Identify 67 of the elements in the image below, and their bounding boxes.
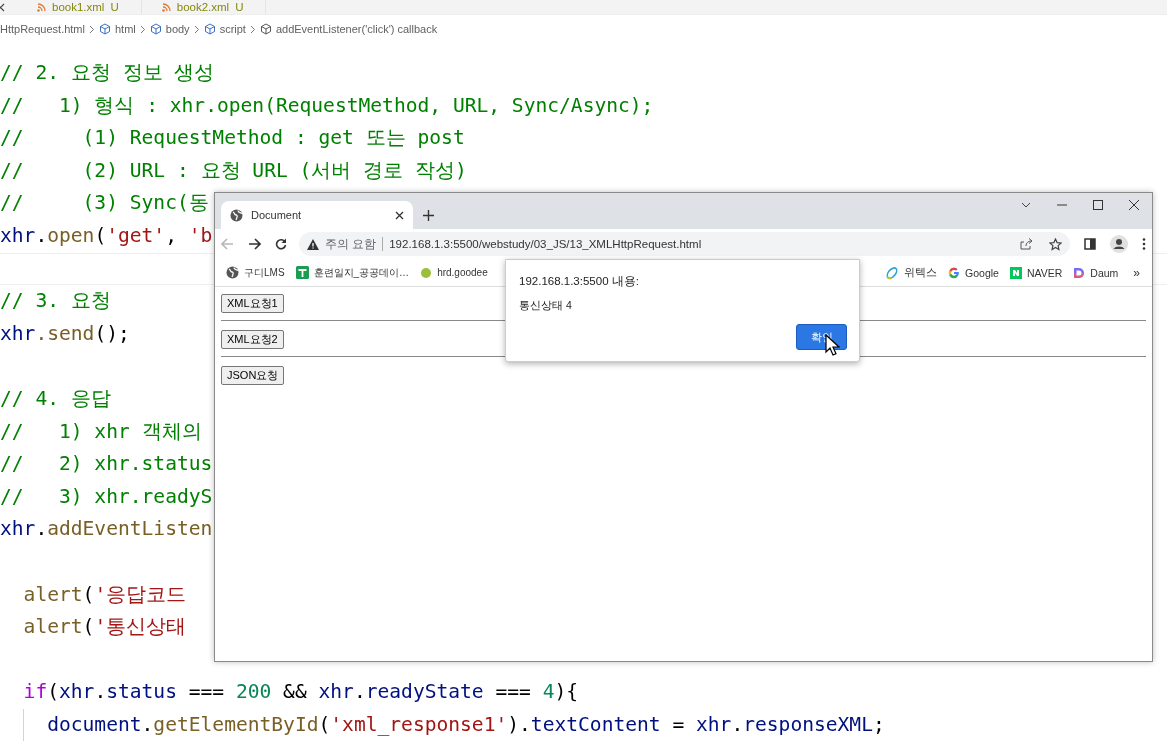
more-bookmarks-button[interactable]: » xyxy=(1133,265,1140,280)
tab-title: Document xyxy=(251,209,303,221)
reload-icon[interactable] xyxy=(275,238,287,250)
bookmark[interactable]: NAVER xyxy=(1009,265,1063,280)
chevron-right-icon xyxy=(249,24,256,34)
code-line: // 2. 요청 정보 생성 xyxy=(0,60,215,86)
google-icon xyxy=(948,266,961,279)
globe-icon xyxy=(226,266,239,279)
bookmark[interactable]: 위텍스 xyxy=(885,265,938,280)
code-line: xhr.open('get', 'b xyxy=(0,222,213,249)
breadcrumb-item[interactable]: html xyxy=(115,23,136,35)
feed-icon xyxy=(37,2,46,12)
code-line: // 2) xhr.status xyxy=(0,451,213,478)
cube-icon xyxy=(149,23,162,35)
warning-icon xyxy=(307,238,319,250)
cube-icon xyxy=(203,23,216,35)
page-button[interactable]: JSON요청 xyxy=(221,366,285,385)
code-line: // 1) xhr 객체의 xyxy=(0,418,202,445)
breadcrumb-item[interactable]: script xyxy=(219,23,246,35)
chevron-down-icon[interactable] xyxy=(1021,202,1031,208)
code-line: // 1) 형식 : xhr.open(RequestMethod, URL, Sync/Async); xyxy=(0,92,654,119)
chevron-right-icon xyxy=(89,24,95,34)
dialog-title: 192.168.1.3:5500 내용: xyxy=(519,275,639,287)
menu-icon[interactable] xyxy=(1142,238,1146,250)
page-button[interactable]: XML요청2 xyxy=(221,330,284,349)
maximize-icon[interactable] xyxy=(1093,200,1103,210)
code-line: // (1) RequestMethod : get 또는 post xyxy=(0,125,465,152)
code-line: // 3) xhr.readyS xyxy=(0,483,213,510)
breadcrumb-item[interactable]: HttpRequest.html xyxy=(0,23,85,35)
address-bar[interactable]: 주의 요함 192.168.1.3:5500/webstudy/03_JS/13_XMLHttpRequest.html xyxy=(299,232,1070,256)
browser-tab[interactable]: Document xyxy=(221,201,413,229)
feed-icon xyxy=(161,2,171,12)
cube-icon xyxy=(259,23,272,35)
naver-icon xyxy=(1009,266,1022,279)
dialog-message: 통신상태 4 xyxy=(519,299,573,313)
code-line: // 4. 응답 xyxy=(0,385,111,412)
daum-icon xyxy=(1073,266,1086,279)
globe-icon xyxy=(230,208,243,222)
breadcrumb-item[interactable]: addEventListener('click') callback xyxy=(275,23,438,35)
code-line: alert('통신상태 xyxy=(23,614,187,641)
cube-icon xyxy=(99,23,111,35)
code-line: if(xhr.status === 200 && xhr.readyState === 4){ xyxy=(23,679,579,706)
star-icon[interactable] xyxy=(1049,237,1062,251)
code-line: xhr.send(); xyxy=(0,320,130,347)
bookmark[interactable]: 훈련일지_공공데이… xyxy=(295,265,410,280)
sheet-icon xyxy=(295,266,309,279)
page-button[interactable]: XML요청1 xyxy=(221,294,284,313)
bookmark[interactable]: 구디LMS xyxy=(226,265,285,280)
profile-icon[interactable] xyxy=(1110,235,1128,253)
dot-icon xyxy=(420,266,433,279)
breadcrumb-item[interactable]: body xyxy=(165,23,190,35)
code-line: // (3) Sync(동 xyxy=(0,190,209,217)
side-panel-icon[interactable] xyxy=(1084,238,1096,250)
chevron-right-icon xyxy=(193,24,200,34)
share-icon[interactable] xyxy=(1020,238,1033,250)
code-line: xhr.addEventListen xyxy=(0,516,213,543)
code-line: document.getElementById('xml_response1').textContent = xhr.responseXML; xyxy=(47,711,885,738)
forward-icon[interactable] xyxy=(248,238,261,250)
bookmark[interactable]: Daum xyxy=(1073,265,1119,280)
ring-icon xyxy=(885,265,900,280)
plus-icon[interactable] xyxy=(423,210,434,221)
code-line: // 3. 요청 xyxy=(0,288,111,315)
bookmark[interactable]: hrd.goodee xyxy=(420,265,488,280)
bookmark[interactable]: Google xyxy=(948,265,999,280)
code-line: alert('응답코드 xyxy=(23,581,187,608)
chevron-right-icon xyxy=(139,24,146,34)
code-line: // (2) URL : 요청 URL (서버 경로 작성) xyxy=(0,157,467,184)
